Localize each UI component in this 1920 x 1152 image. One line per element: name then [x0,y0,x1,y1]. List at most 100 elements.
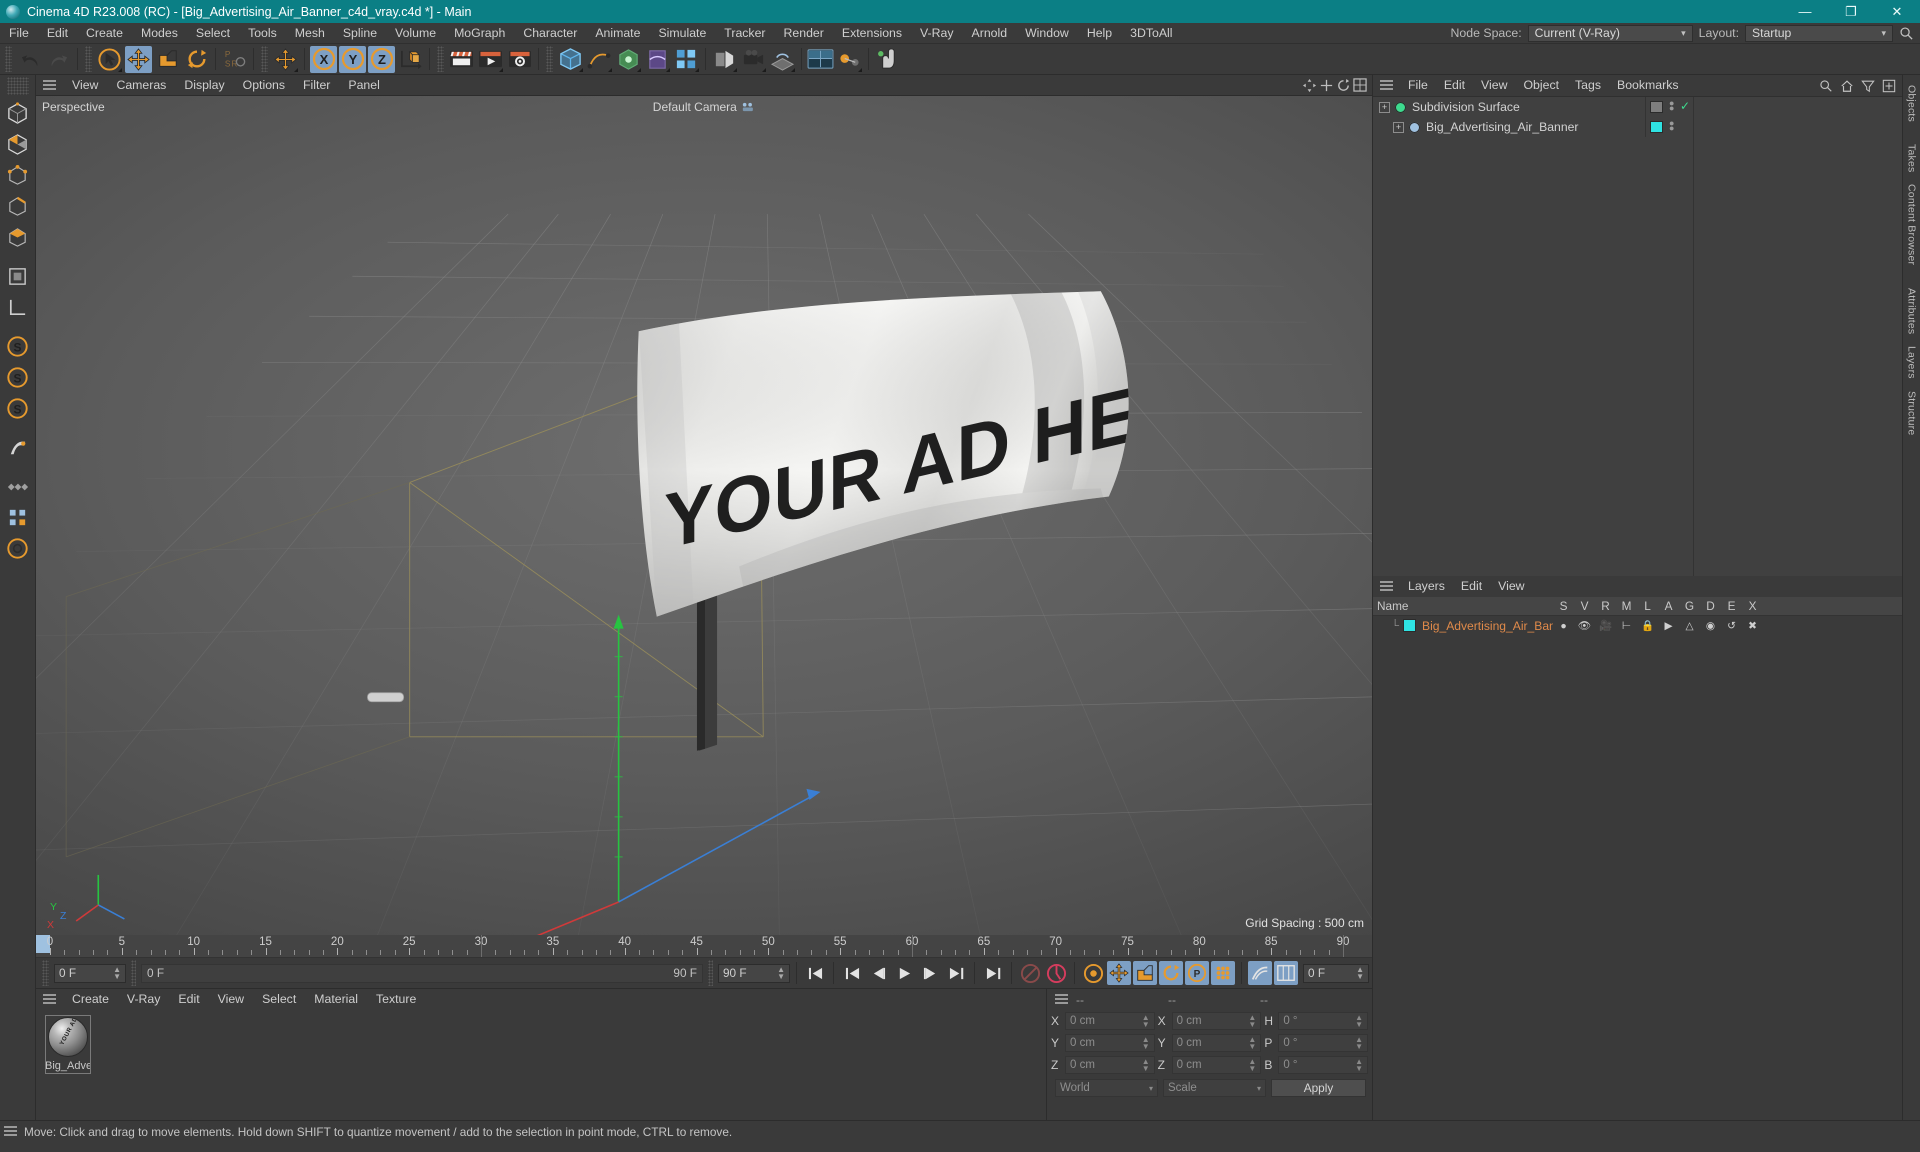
add-layout-icon[interactable] [1882,79,1896,93]
menu-arnold[interactable]: Arnold [963,23,1017,44]
layer-flag-g[interactable]: △ [1679,620,1700,632]
layer-menu-edit[interactable]: Edit [1453,576,1490,597]
viewport-3d[interactable]: YOUR AD HERE Perspective Default Camera … [36,96,1372,935]
coordinates-hamburger-icon[interactable] [1055,994,1068,1005]
layer-flag-v[interactable]: 👁 [1574,619,1595,632]
material-menu-edit[interactable]: Edit [169,989,208,1010]
object-tag-icon[interactable] [1650,121,1663,133]
menu-create[interactable]: Create [77,23,132,44]
menu-v-ray[interactable]: V-Ray [911,23,963,44]
stepper-icon[interactable]: ▲ ▼ [113,966,121,981]
menu-simulate[interactable]: Simulate [649,23,715,44]
rotate-tool-button[interactable] [183,46,210,73]
frame-range-field[interactable]: 0 F 90 F [141,963,703,983]
menu-tools[interactable]: Tools [239,23,286,44]
material-menu-texture[interactable]: Texture [367,989,425,1010]
layer-flag-l[interactable]: 🔒 [1637,619,1658,632]
object-menu-edit[interactable]: Edit [1436,75,1473,96]
go-to-end-button[interactable] [981,961,1005,985]
coordinate-system-select[interactable]: World ▾ [1055,1079,1158,1097]
material-menu-material[interactable]: Material [305,989,367,1010]
layer-menu-view[interactable]: View [1490,576,1532,597]
object-tag-icon[interactable] [1650,101,1663,113]
object-menu-view[interactable]: View [1473,75,1515,96]
layer-column-l[interactable]: L [1637,599,1658,613]
menu-select[interactable]: Select [187,23,239,44]
make-editable-button[interactable] [3,129,33,159]
key-scale-button[interactable] [1133,961,1157,985]
current-frame-input[interactable]: 0 F ▲ ▼ [54,963,126,983]
rotation-b-input[interactable]: 0 ° ▲ ▼ [1278,1056,1369,1074]
menu-character[interactable]: Character [514,23,586,44]
edge-tab-layers[interactable]: Layers [1906,340,1918,385]
menu-3dtoall[interactable]: 3DToAll [1121,23,1181,44]
world-object-coordinates-button[interactable] [397,46,424,73]
rotation-p-input[interactable]: 0 ° ▲ ▼ [1278,1034,1369,1052]
menu-mesh[interactable]: Mesh [286,23,334,44]
menu-mograph[interactable]: MoGraph [445,23,514,44]
record-active-objects-button[interactable] [1018,961,1042,985]
stepper-icon[interactable]: ▲ ▼ [1355,1036,1363,1051]
menu-extensions[interactable]: Extensions [833,23,911,44]
go-to-next-key-button[interactable] [944,961,968,985]
stepper-icon[interactable]: ▲ ▼ [1356,966,1364,981]
layer-column-g[interactable]: G [1679,599,1700,613]
scale-tool-button[interactable] [154,46,181,73]
generator-button[interactable] [615,46,642,73]
size-x-input[interactable]: 0 cm ▲ ▼ [1171,1012,1262,1030]
step-forward-button[interactable] [918,961,942,985]
mograph-button[interactable] [673,46,700,73]
rotate-view-icon[interactable] [1336,78,1351,93]
maximize-view-icon[interactable] [1353,78,1367,92]
spline-pen-button[interactable] [586,46,613,73]
stepper-icon[interactable]: ▲ ▼ [777,966,785,981]
stepper-icon[interactable]: ▲ ▼ [1248,1058,1256,1073]
deformer-button[interactable] [644,46,671,73]
dynamics-button[interactable] [1248,961,1272,985]
snap-button[interactable] [836,46,863,73]
minimize-button[interactable]: — [1782,0,1828,23]
layer-flag-m[interactable]: ⊢ [1616,620,1637,632]
primitive-cube-button[interactable] [557,46,584,73]
material-menu-view[interactable]: View [209,989,253,1010]
magnet-tool-button[interactable] [3,502,33,532]
edge-tab-structure[interactable]: Structure [1906,385,1918,441]
transport-grip[interactable] [708,960,713,986]
layer-column-d[interactable]: D [1700,599,1721,613]
undo-button[interactable] [16,46,43,73]
menu-animate[interactable]: Animate [586,23,649,44]
layer-flag-d[interactable]: ◉ [1700,620,1721,632]
edit-point-mode-button[interactable] [3,98,33,128]
expand-toggle-icon[interactable]: + [1393,121,1404,133]
viewport-menu-cameras[interactable]: Cameras [107,75,175,96]
layer-column-x[interactable]: X [1742,599,1763,613]
pan-view-icon[interactable] [1302,78,1317,93]
layer-column-a[interactable]: A [1658,599,1679,613]
layer-column-s[interactable]: S [1553,599,1574,613]
object-manager-list[interactable]: + Subdivision Surface ● ● ✓ + Big_Advertising_… [1373,96,1902,576]
enable-axis-s2-button[interactable]: S [3,362,33,392]
layer-column-r[interactable]: R [1595,599,1616,613]
redo-button[interactable] [45,46,72,73]
key-pla-button[interactable] [1211,961,1235,985]
stepper-icon[interactable]: ▲ ▼ [1248,1014,1256,1029]
psr-tool-button[interactable]: PSR [221,46,248,73]
edge-tab-attributes[interactable]: Attributes [1906,282,1918,340]
menu-window[interactable]: Window [1016,23,1078,44]
search-icon[interactable] [1899,26,1914,41]
light-button[interactable] [711,46,738,73]
viewport-menu-panel[interactable]: Panel [339,75,388,96]
viewport-menu-filter[interactable]: Filter [294,75,339,96]
render-view-button[interactable] [448,46,475,73]
filter-icon[interactable] [1861,79,1875,93]
menu-edit[interactable]: Edit [38,23,77,44]
zoom-view-icon[interactable] [1319,78,1334,93]
x-axis-lock-button[interactable]: X [310,45,337,73]
object-manager-hamburger-icon[interactable] [1380,80,1393,91]
edge-mode-button[interactable] [3,191,33,221]
layer-flag-e[interactable]: ↺ [1721,620,1742,632]
enable-axis-s3-button[interactable]: S [3,393,33,423]
autokeying-button[interactable] [1044,961,1068,985]
layer-flag-x[interactable]: ✖ [1742,620,1763,632]
step-back-button[interactable] [866,961,890,985]
